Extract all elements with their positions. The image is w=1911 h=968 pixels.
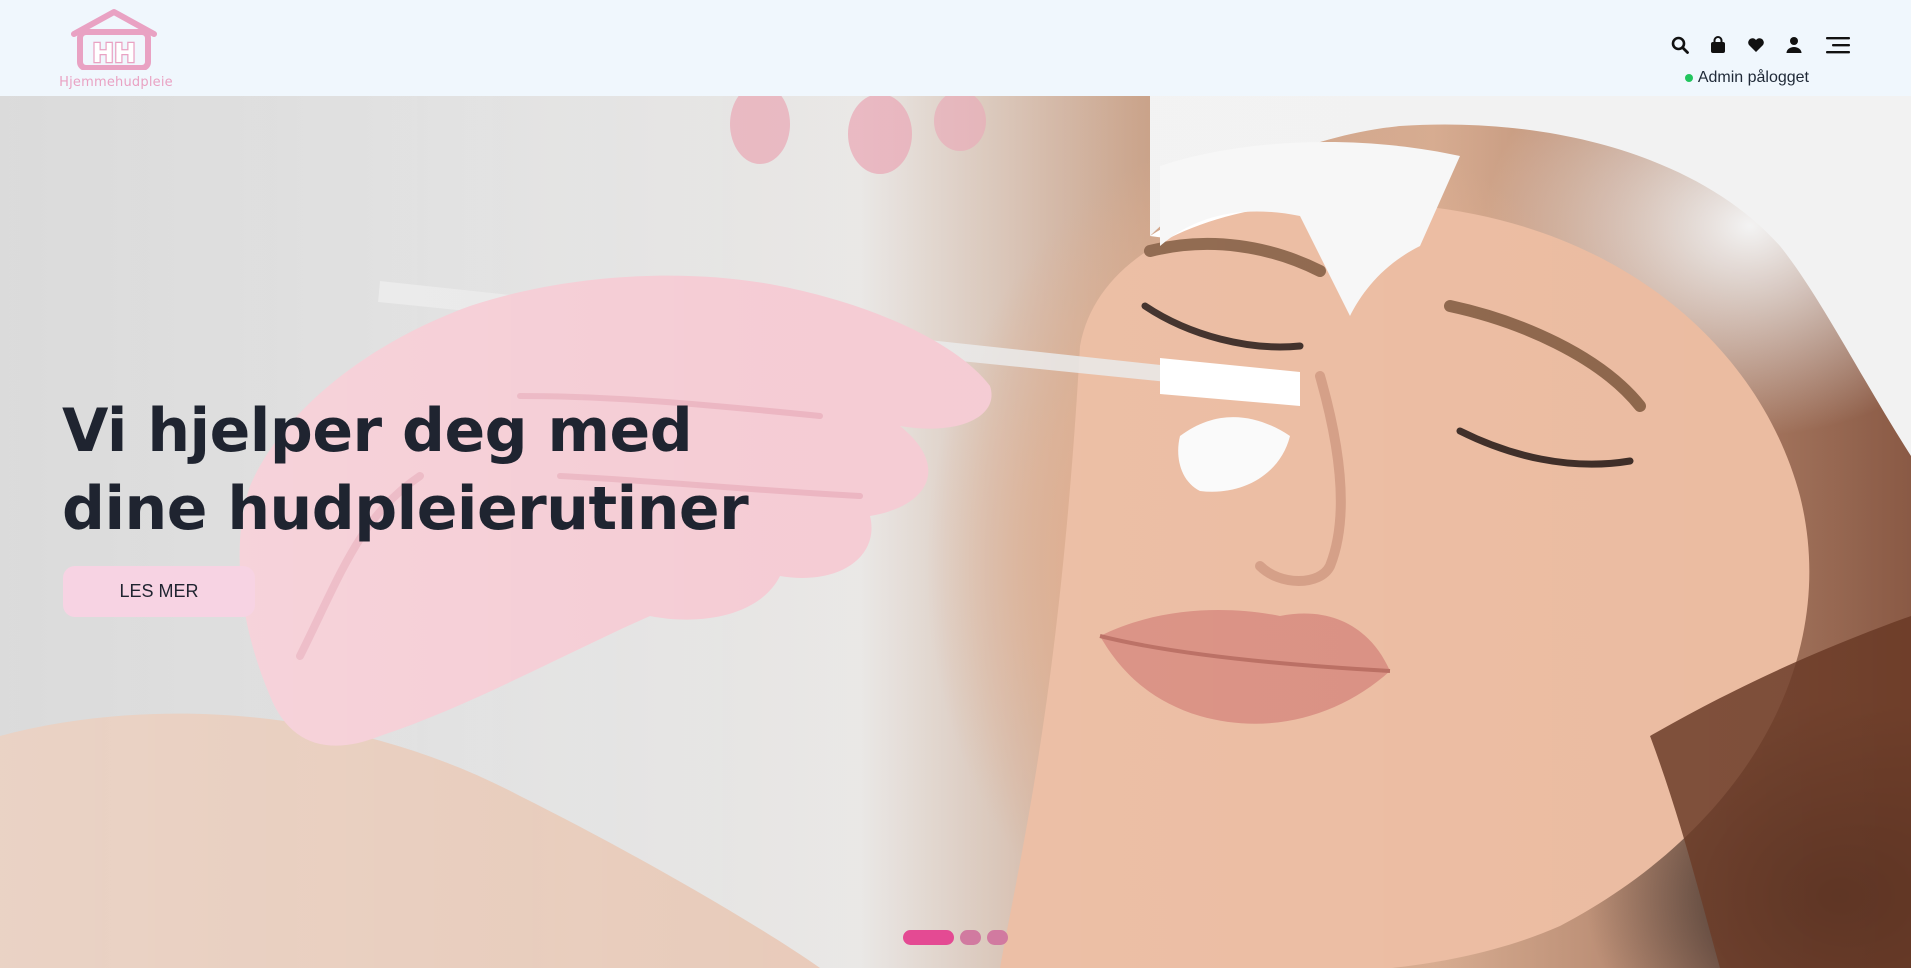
search-icon[interactable] [1669,34,1691,56]
login-status: Admin pålogget [1684,69,1809,87]
user-icon[interactable] [1783,34,1805,56]
site-header: HH Hjemmehudpleie Admin pålogget [0,0,1911,96]
online-status-dot [1684,74,1693,82]
brand-name: Hjemmehudpleie [59,75,173,90]
hero-heading-line-1: Vi hjelper deg med [62,396,693,466]
site-logo[interactable]: HH Hjemmehudpleie [56,8,176,90]
svg-text:HH: HH [92,39,136,69]
read-more-button[interactable]: LES MER [63,566,255,617]
hero-heading: Vi hjelper deg med dine hudpleierutiner [62,392,782,548]
login-status-text: Admin pålogget [1697,69,1809,86]
carousel-dot-1[interactable] [903,930,954,945]
carousel-dot-3[interactable] [987,930,1008,945]
hero-banner: Vi hjelper deg med dine hudpleierutiner … [0,96,1911,968]
carousel-dot-2[interactable] [960,930,981,945]
menu-icon[interactable] [1825,34,1851,56]
header-nav-icons [1669,34,1851,56]
shopping-bag-icon[interactable] [1707,34,1729,56]
hero-heading-line-2: dine hudpleierutiner [62,474,749,544]
house-logo-icon: HH [71,9,157,70]
carousel-indicators [903,930,1008,945]
heart-icon[interactable] [1745,34,1767,56]
